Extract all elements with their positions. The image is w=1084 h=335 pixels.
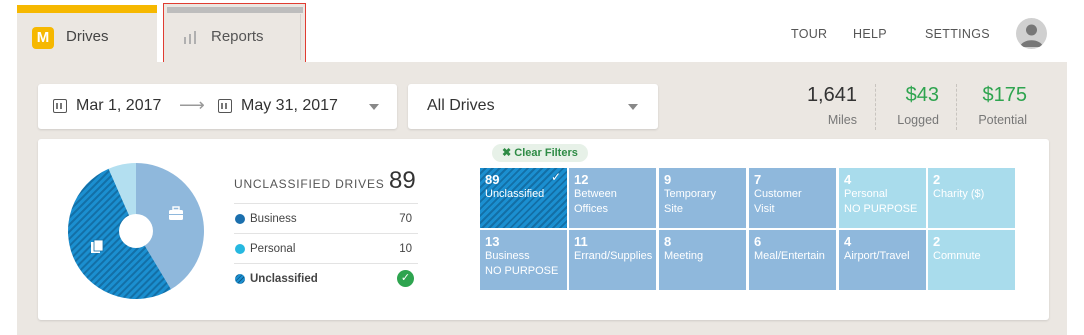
tile-label: Unclassified [485,188,545,200]
tile-label: Errand/Supplies [574,250,653,262]
drives-select[interactable]: All Drives [408,84,658,129]
tile-count: 6 [754,234,762,249]
legend-label: Business [250,213,297,225]
reports-panel: Mar 1, 2017 ⟶ May 31, 2017 All Drives 1,… [17,62,1067,335]
help-link[interactable]: HELP [853,27,887,41]
stat-label: Miles [827,113,857,127]
category-tile[interactable]: 2 Charity ($) [928,168,1015,228]
category-tile[interactable]: 9 Temporary Site [659,168,746,228]
tab-top-bar [167,7,303,13]
legend-swatch [235,214,245,224]
category-tile[interactable]: 12 Between Offices [569,168,656,228]
start-date[interactable]: Mar 1, 2017 [76,97,161,115]
drives-select-value: All Drives [427,97,495,114]
category-tile[interactable]: 6 Meal/Entertain [749,230,836,290]
tile-label: Temporary Site [664,188,716,215]
tile-label: Airport/Travel [844,250,910,262]
tile-count: 9 [664,172,672,187]
legend-label: Personal [250,243,296,255]
tile-label: Business NO PURPOSE [485,250,559,277]
stat-value: 1,641 [806,84,857,106]
tile-count: 4 [844,234,852,249]
user-avatar-icon[interactable] [1016,18,1047,49]
tile-count: 8 [664,234,672,249]
chevron-down-icon[interactable] [369,104,379,110]
stat-logged: $43 Logged [897,84,939,127]
category-tile[interactable]: 8 Meeting [659,230,746,290]
divider [956,84,957,130]
tab-drives[interactable]: M Drives [17,5,157,64]
tab-reports[interactable]: Reports [163,3,306,63]
tour-link[interactable]: TOUR [791,27,827,41]
legend-swatch [235,244,245,254]
divider [875,84,876,130]
stat-label: Logged [897,113,939,127]
stat-label: Potential [978,113,1027,127]
category-tile[interactable]: 7 Customer Visit [749,168,836,228]
category-tile[interactable]: 4 Airport/Travel [839,230,926,290]
tile-label: Between Offices [574,188,617,215]
legend-label: Unclassified [250,273,318,285]
app-logo-icon: M [32,27,54,49]
legend-value: 10 [399,243,412,255]
category-tile[interactable]: 13 Business NO PURPOSE [480,230,567,290]
tile-count: 2 [933,234,941,249]
legend-item-business[interactable]: Business 70 [234,203,418,233]
legend-item-personal[interactable]: Personal 10 [234,233,418,263]
check-icon: ✓ [550,170,561,184]
legend-value: 70 [399,213,412,225]
stat-potential: $175 Potential [978,84,1027,127]
tile-label: Customer Visit [754,188,802,215]
settings-link[interactable]: SETTINGS [925,27,990,41]
tab-divider [300,14,301,60]
stat-miles: 1,641 Miles [807,84,857,127]
tab-active-indicator [17,5,157,13]
chevron-down-icon [628,104,638,110]
legend-swatch [235,274,245,284]
unclassified-title: UNCLASSIFIED DRIVES [234,177,385,191]
tile-count: 7 [754,172,762,187]
calendar-icon [53,99,67,113]
tile-label: Meeting [664,250,704,262]
tile-count: 11 [574,234,588,249]
category-tile[interactable]: 89 Unclassified ✓ [480,168,567,228]
arrow-right-icon: ⟶ [179,95,205,115]
legend-item-unclassified[interactable]: Unclassified ✓ [234,263,418,293]
calendar-icon [218,99,232,113]
tile-label: Charity ($) [933,188,985,200]
tile-count: 13 [485,234,500,249]
check-icon: ✓ [397,270,414,287]
top-nav-bar: M Drives Reports TOUR HELP SETTINGS [0,0,1084,64]
stat-value: $175 [982,84,1028,106]
tab-drives-label: Drives [66,28,109,45]
tile-label: Personal NO PURPOSE [844,188,918,215]
end-date[interactable]: May 31, 2017 [241,97,338,115]
unclassified-count: 89 [389,167,416,194]
category-tile[interactable]: 2 Commute [928,230,1015,290]
tab-reports-label: Reports [211,28,264,45]
category-tile[interactable]: 4 Personal NO PURPOSE [839,168,926,228]
tile-count: 2 [933,172,941,187]
tile-count: 12 [574,172,589,187]
clear-filters-button[interactable]: ✖ Clear Filters [492,144,588,162]
tile-label: Commute [933,250,981,262]
drives-summary-card: UNCLASSIFIED DRIVES 89 Business 70 Perso… [38,139,1049,320]
date-range-picker[interactable]: Mar 1, 2017 ⟶ May 31, 2017 [38,84,397,129]
tile-label: Meal/Entertain [754,250,825,262]
classification-pie-chart[interactable] [67,162,205,300]
stat-value: $43 [905,84,939,106]
bar-chart-icon [184,31,196,44]
category-tile[interactable]: 11 Errand/Supplies [569,230,656,290]
tile-count: 4 [844,172,852,187]
